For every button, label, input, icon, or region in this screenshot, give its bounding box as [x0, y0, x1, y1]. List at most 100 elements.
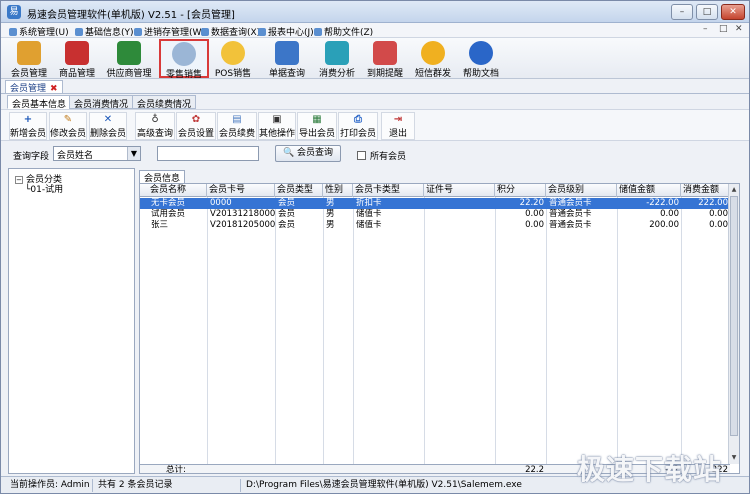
- analysis-icon: [325, 41, 349, 65]
- status-operator: 当前操作员: Admin: [7, 479, 93, 492]
- exit-icon: ⇥: [393, 114, 403, 125]
- col-member-type[interactable]: 会员类型: [275, 184, 323, 197]
- pos-sale-icon: [221, 41, 245, 65]
- toolbar-help-docs[interactable]: 帮助文档: [459, 39, 503, 79]
- mdi-close-button[interactable]: ✕: [735, 24, 743, 34]
- query-field-select[interactable]: 会员姓名 ▼: [53, 146, 141, 161]
- toolbar-goods-management[interactable]: 商品管理: [55, 39, 99, 79]
- document-search-icon: [275, 41, 299, 65]
- menu-system[interactable]: 系统管理(U): [9, 25, 69, 38]
- totals-label: 总计:: [166, 465, 186, 474]
- scrollbar-thumb[interactable]: [730, 196, 738, 436]
- toolbar-document-query[interactable]: 单据查询: [265, 39, 309, 79]
- member-renewal-button[interactable]: ▤ 会员续费: [217, 112, 257, 140]
- all-members-checkbox[interactable]: 所有会员: [357, 149, 406, 162]
- mdi-minimize-button[interactable]: –: [703, 24, 708, 34]
- col-card-no[interactable]: 会员卡号: [207, 184, 275, 197]
- chevron-down-icon: ▼: [127, 147, 140, 160]
- app-logo-icon: 易: [7, 5, 21, 19]
- watermark-text: 极速下载站: [577, 453, 723, 486]
- checkbox-box: [357, 151, 366, 160]
- goods-icon: [65, 41, 89, 65]
- toolbar-pos-sale[interactable]: POS销售: [213, 39, 253, 79]
- search-icon: 🔍: [282, 148, 295, 158]
- scroll-up-icon[interactable]: ▲: [729, 184, 739, 195]
- member-search-button[interactable]: 🔍 会员查询: [275, 145, 341, 162]
- calendar-icon: [373, 41, 397, 65]
- table-row[interactable]: 试用会员 V201312180001 会员 男 储值卡 0.00 普通会员卡 0…: [140, 209, 730, 220]
- add-member-button[interactable]: + 新增会员: [9, 112, 47, 140]
- toolbar-supplier-management[interactable]: 供应商管理: [103, 39, 155, 79]
- report-menu-icon: [258, 28, 266, 36]
- table-row[interactable]: 张三 V201812050001 会员 男 储值卡 0.00 普通会员卡 200…: [140, 220, 730, 231]
- search-input[interactable]: [157, 146, 259, 161]
- col-spent[interactable]: 消费金额: [681, 184, 730, 197]
- main-toolbar: 会员管理 商品管理 供应商管理 零售销售 POS销售 单据查询 消费分析 到期提…: [1, 38, 749, 80]
- menu-basic-info[interactable]: 基础信息(Y): [75, 25, 134, 38]
- mdi-restore-button[interactable]: □: [719, 24, 728, 34]
- toolbar-member-management[interactable]: 会员管理: [7, 39, 51, 79]
- category-tree: − 会员分类 └01-试用: [8, 168, 135, 474]
- edit-icon: ✎: [63, 114, 73, 125]
- tab-member-info[interactable]: 会员信息: [139, 170, 186, 184]
- col-member-name[interactable]: 会员名称: [148, 184, 207, 197]
- binoculars-icon: ♁: [151, 114, 159, 125]
- supplier-icon: [117, 41, 141, 65]
- inventory-menu-icon: [134, 28, 142, 36]
- tree-node-trial[interactable]: └01-试用: [25, 182, 63, 195]
- menu-data-query[interactable]: 数据查询(X): [201, 25, 260, 38]
- action-toolbar: + 新增会员 ✎ 修改会员 ✕ 删除会员 ♁ 高级查询 ✿ 会员设置 ▤ 会员续费 ▣ 其他操…: [1, 109, 749, 141]
- exit-button[interactable]: ⇥ 退出: [381, 112, 415, 140]
- toolbar-retail-sale[interactable]: 零售销售: [159, 39, 209, 80]
- export-icon: ▦: [312, 114, 322, 125]
- export-member-button[interactable]: ▦ 导出会员: [297, 112, 337, 140]
- settings-icon: ✿: [191, 114, 201, 125]
- maximize-button[interactable]: □: [696, 4, 718, 20]
- edit-member-button[interactable]: ✎ 修改会员: [49, 112, 87, 140]
- tab-member-basic-info[interactable]: 会员基本信息: [7, 95, 72, 110]
- grid-header: 会员名称 会员卡号 会员类型 性别 会员卡类型 证件号 积分 会员级别 储值金额…: [140, 184, 730, 197]
- member-settings-button[interactable]: ✿ 会员设置: [176, 112, 216, 140]
- scroll-down-icon[interactable]: ▼: [729, 452, 739, 463]
- plus-icon: +: [23, 114, 33, 125]
- other-actions-button[interactable]: ▣ 其他操作: [258, 112, 296, 140]
- status-record-count: 共有 2 条会员记录: [95, 479, 241, 492]
- sms-icon: [421, 41, 445, 65]
- doc-tab-member-management[interactable]: 会员管理 ✖: [5, 80, 63, 94]
- col-points[interactable]: 积分: [495, 184, 546, 197]
- basic-info-menu-icon: [75, 28, 83, 36]
- menu-inventory[interactable]: 进销存管理(W): [134, 25, 205, 38]
- col-id-no[interactable]: 证件号: [424, 184, 495, 197]
- sale-badge-icon: [172, 42, 196, 66]
- col-level[interactable]: 会员级别: [546, 184, 617, 197]
- minimize-button[interactable]: –: [671, 4, 693, 20]
- member-list-panel: 会员信息 会员名称 会员卡号 会员类型 性别 会员卡类型 证件号 积分 会员级别…: [137, 168, 741, 474]
- print-member-button[interactable]: ⎙ 打印会员: [338, 112, 378, 140]
- col-balance[interactable]: 储值金额: [617, 184, 681, 197]
- tab-member-renewal[interactable]: 会员续费情况: [132, 95, 197, 110]
- table-row[interactable]: 无卡会员 0000 会员 男 折扣卡 22.20 普通会员卡 -222.00 2…: [140, 198, 730, 209]
- help-menu-icon: [314, 28, 322, 36]
- advanced-search-button[interactable]: ♁ 高级查询: [135, 112, 175, 140]
- other-actions-icon: ▣: [272, 114, 282, 125]
- tab-member-consumption[interactable]: 会员消费情况: [69, 95, 134, 110]
- delete-icon: ✕: [103, 114, 113, 125]
- collapse-icon[interactable]: −: [15, 176, 23, 184]
- total-points: 22.2: [525, 465, 544, 474]
- toolbar-sms-broadcast[interactable]: 短信群发: [411, 39, 455, 79]
- close-button[interactable]: ✕: [721, 4, 745, 20]
- col-card-type[interactable]: 会员卡类型: [353, 184, 424, 197]
- close-tab-icon[interactable]: ✖: [50, 84, 58, 94]
- toolbar-expiry-reminder[interactable]: 到期提醒: [363, 39, 407, 79]
- document-tab-strip: 会员管理 ✖: [1, 79, 749, 94]
- data-query-menu-icon: [201, 28, 209, 36]
- delete-member-button[interactable]: ✕ 删除会员: [89, 112, 127, 140]
- toolbar-consumption-analysis[interactable]: 消费分析: [315, 39, 359, 79]
- vertical-scrollbar[interactable]: ▲ ▼: [728, 184, 739, 464]
- window-title: 易速会员管理软件(单机版) V2.51 - [会员管理]: [27, 10, 235, 21]
- member-grid: 会员名称 会员卡号 会员类型 性别 会员卡类型 证件号 积分 会员级别 储值金额…: [139, 183, 740, 474]
- menu-help[interactable]: 帮助文件(Z): [314, 25, 373, 38]
- menu-report-center[interactable]: 报表中心(J): [258, 25, 314, 38]
- col-sex[interactable]: 性别: [323, 184, 353, 197]
- renewal-icon: ▤: [232, 114, 242, 125]
